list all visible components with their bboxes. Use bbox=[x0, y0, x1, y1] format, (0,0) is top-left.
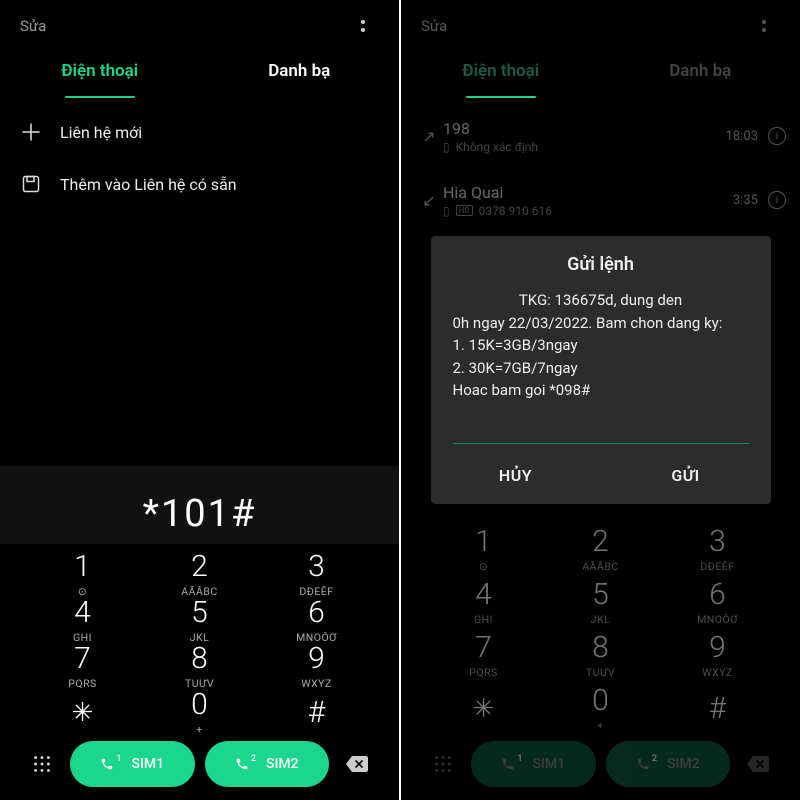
topbar: Sửa bbox=[401, 0, 800, 44]
key-8[interactable]: 8TUƯV bbox=[542, 630, 659, 683]
dialog-body: TKG: 136675d, dung den 0h ngay 22/03/202… bbox=[431, 285, 771, 412]
key-star[interactable]: ✳ bbox=[24, 690, 141, 736]
edit-button[interactable]: Sửa bbox=[421, 17, 756, 35]
tab-phone[interactable]: Điện thoại bbox=[401, 44, 601, 98]
key-6[interactable]: 6MNOÔƠ bbox=[258, 598, 375, 644]
dialog-actions: HỦY GỬI bbox=[431, 448, 771, 504]
phone-left: Sửa Điện thoại Danh bạ Liên hệ mới Thêm … bbox=[0, 0, 399, 800]
recent-sub: Không xác định bbox=[456, 140, 538, 154]
sim-badge-icon: ▯ bbox=[443, 140, 450, 154]
add-existing-row[interactable]: Thêm vào Liên hệ có sẵn bbox=[20, 158, 379, 210]
sim-badge-icon: ▯ bbox=[443, 204, 450, 218]
add-existing-label: Thêm vào Liên hệ có sẵn bbox=[60, 175, 237, 194]
backspace-icon[interactable] bbox=[740, 754, 776, 774]
key-4[interactable]: 4GHI bbox=[425, 576, 542, 629]
recent-sub: 0378 910 616 bbox=[479, 204, 552, 218]
new-contact-row[interactable]: Liên hệ mới bbox=[20, 106, 379, 158]
save-icon bbox=[20, 173, 42, 195]
key-2[interactable]: 2AĂÂBC bbox=[141, 552, 258, 598]
key-0[interactable]: 0+ bbox=[542, 683, 659, 736]
tabs: Điện thoại Danh bạ bbox=[0, 44, 399, 98]
call-sim2-button[interactable]: 2 SIM2 bbox=[205, 741, 330, 787]
hd-badge-icon: HD bbox=[456, 205, 473, 216]
new-contact-label: Liên hệ mới bbox=[60, 123, 142, 142]
key-2[interactable]: 2AĂÂBC bbox=[542, 523, 659, 576]
tab-phone[interactable]: Điện thoại bbox=[0, 44, 200, 98]
recent-number: Hia Quai bbox=[443, 183, 733, 202]
dialog-title: Gửi lệnh bbox=[431, 236, 771, 285]
recents-list: ↗ 198 ▯ Không xác định 18:03 i ↙ Hia Quai… bbox=[401, 98, 800, 238]
dialog-line: Hoac bam goi *098# bbox=[453, 379, 749, 402]
key-9[interactable]: 9WXYZ bbox=[659, 630, 776, 683]
sim2-label: SIM2 bbox=[266, 756, 299, 772]
key-1[interactable]: 1⊙ bbox=[425, 523, 542, 576]
topbar: Sửa bbox=[0, 0, 399, 44]
info-icon[interactable]: i bbox=[768, 127, 786, 145]
recent-number: 198 bbox=[443, 119, 726, 138]
keypad: 1⊙ 2AĂÂBC 3DĐEÊF 4GHI 5JKL 6MNOÔƠ 7PQRS … bbox=[0, 544, 399, 800]
incoming-call-icon: ↙ bbox=[415, 191, 443, 210]
cancel-button[interactable]: HỦY bbox=[431, 448, 601, 504]
info-icon[interactable]: i bbox=[768, 191, 786, 209]
dialog-line: TKG: 136675d, dung den bbox=[453, 289, 749, 312]
sim1-sup: 1 bbox=[517, 754, 522, 764]
dialog-input[interactable] bbox=[453, 420, 749, 444]
key-3[interactable]: 3DĐEÊF bbox=[659, 523, 776, 576]
key-0[interactable]: 0+ bbox=[141, 690, 258, 736]
phone-icon bbox=[501, 757, 515, 771]
dialog-line: 2. 30K=7GB/7ngay bbox=[453, 357, 749, 380]
tabs: Điện thoại Danh bạ bbox=[401, 44, 800, 98]
key-7[interactable]: 7PQRS bbox=[425, 630, 542, 683]
key-star[interactable]: ✳ bbox=[425, 683, 542, 736]
contact-options: Liên hệ mới Thêm vào Liên hệ có sẵn bbox=[0, 98, 399, 218]
call-sim1-button[interactable]: 1 SIM1 bbox=[471, 741, 596, 787]
dialpad-toggle-icon[interactable] bbox=[24, 753, 60, 775]
ussd-dialog: Gửi lệnh TKG: 136675d, dung den 0h ngay … bbox=[431, 236, 771, 504]
edit-button[interactable]: Sửa bbox=[20, 17, 355, 35]
key-3[interactable]: 3DĐEÊF bbox=[258, 552, 375, 598]
recent-time: 18:03 bbox=[726, 129, 758, 144]
recent-time: 3:35 bbox=[733, 193, 758, 208]
dialpad-toggle-icon[interactable] bbox=[425, 753, 461, 775]
more-icon[interactable] bbox=[355, 20, 371, 32]
key-6[interactable]: 6MNOÔƠ bbox=[659, 576, 776, 629]
key-1[interactable]: 1⊙ bbox=[24, 552, 141, 598]
phone-icon bbox=[235, 757, 249, 771]
keypad: 1⊙ 2AĂÂBC 3DĐEÊF 4GHI 5JKL 6MNOÔƠ 7PQRS … bbox=[401, 515, 800, 800]
dialed-number: *101# bbox=[0, 466, 399, 544]
key-9[interactable]: 9WXYZ bbox=[258, 644, 375, 690]
recent-row[interactable]: ↗ 198 ▯ Không xác định 18:03 i bbox=[415, 104, 786, 168]
dialog-line: 1. 15K=3GB/3ngay bbox=[453, 334, 749, 357]
sim2-sup: 2 bbox=[652, 754, 657, 764]
outgoing-call-icon: ↗ bbox=[415, 127, 443, 146]
call-sim1-button[interactable]: 1 SIM1 bbox=[70, 741, 195, 787]
sim-bar: 1 SIM1 2 SIM2 bbox=[24, 736, 375, 800]
phone-right: Sửa Điện thoại Danh bạ ↗ 198 ▯ Không xác … bbox=[401, 0, 800, 800]
send-button[interactable]: GỬI bbox=[601, 448, 771, 504]
dialog-line: 0h ngay 22/03/2022. Bam chon dang ky: bbox=[453, 312, 749, 335]
tab-contacts[interactable]: Danh bạ bbox=[601, 44, 800, 98]
call-sim2-button[interactable]: 2 SIM2 bbox=[606, 741, 731, 787]
sim1-sup: 1 bbox=[116, 754, 121, 764]
sim1-label: SIM1 bbox=[532, 756, 565, 772]
key-7[interactable]: 7PQRS bbox=[24, 644, 141, 690]
phone-icon bbox=[636, 757, 650, 771]
more-icon[interactable] bbox=[756, 20, 772, 32]
phone-icon bbox=[100, 757, 114, 771]
sim1-label: SIM1 bbox=[131, 756, 164, 772]
key-5[interactable]: 5JKL bbox=[141, 598, 258, 644]
key-4[interactable]: 4GHI bbox=[24, 598, 141, 644]
key-5[interactable]: 5JKL bbox=[542, 576, 659, 629]
sim2-sup: 2 bbox=[251, 754, 256, 764]
backspace-icon[interactable] bbox=[339, 754, 375, 774]
sim2-label: SIM2 bbox=[667, 756, 700, 772]
key-8[interactable]: 8TUƯV bbox=[141, 644, 258, 690]
sim-bar: 1 SIM1 2 SIM2 bbox=[425, 736, 776, 800]
key-hash[interactable]: # bbox=[258, 690, 375, 736]
plus-icon bbox=[20, 121, 42, 143]
recent-row[interactable]: ↙ Hia Quai ▯ HD 0378 910 616 3:35 i bbox=[415, 168, 786, 232]
tab-contacts[interactable]: Danh bạ bbox=[200, 44, 400, 98]
key-hash[interactable]: # bbox=[659, 683, 776, 736]
